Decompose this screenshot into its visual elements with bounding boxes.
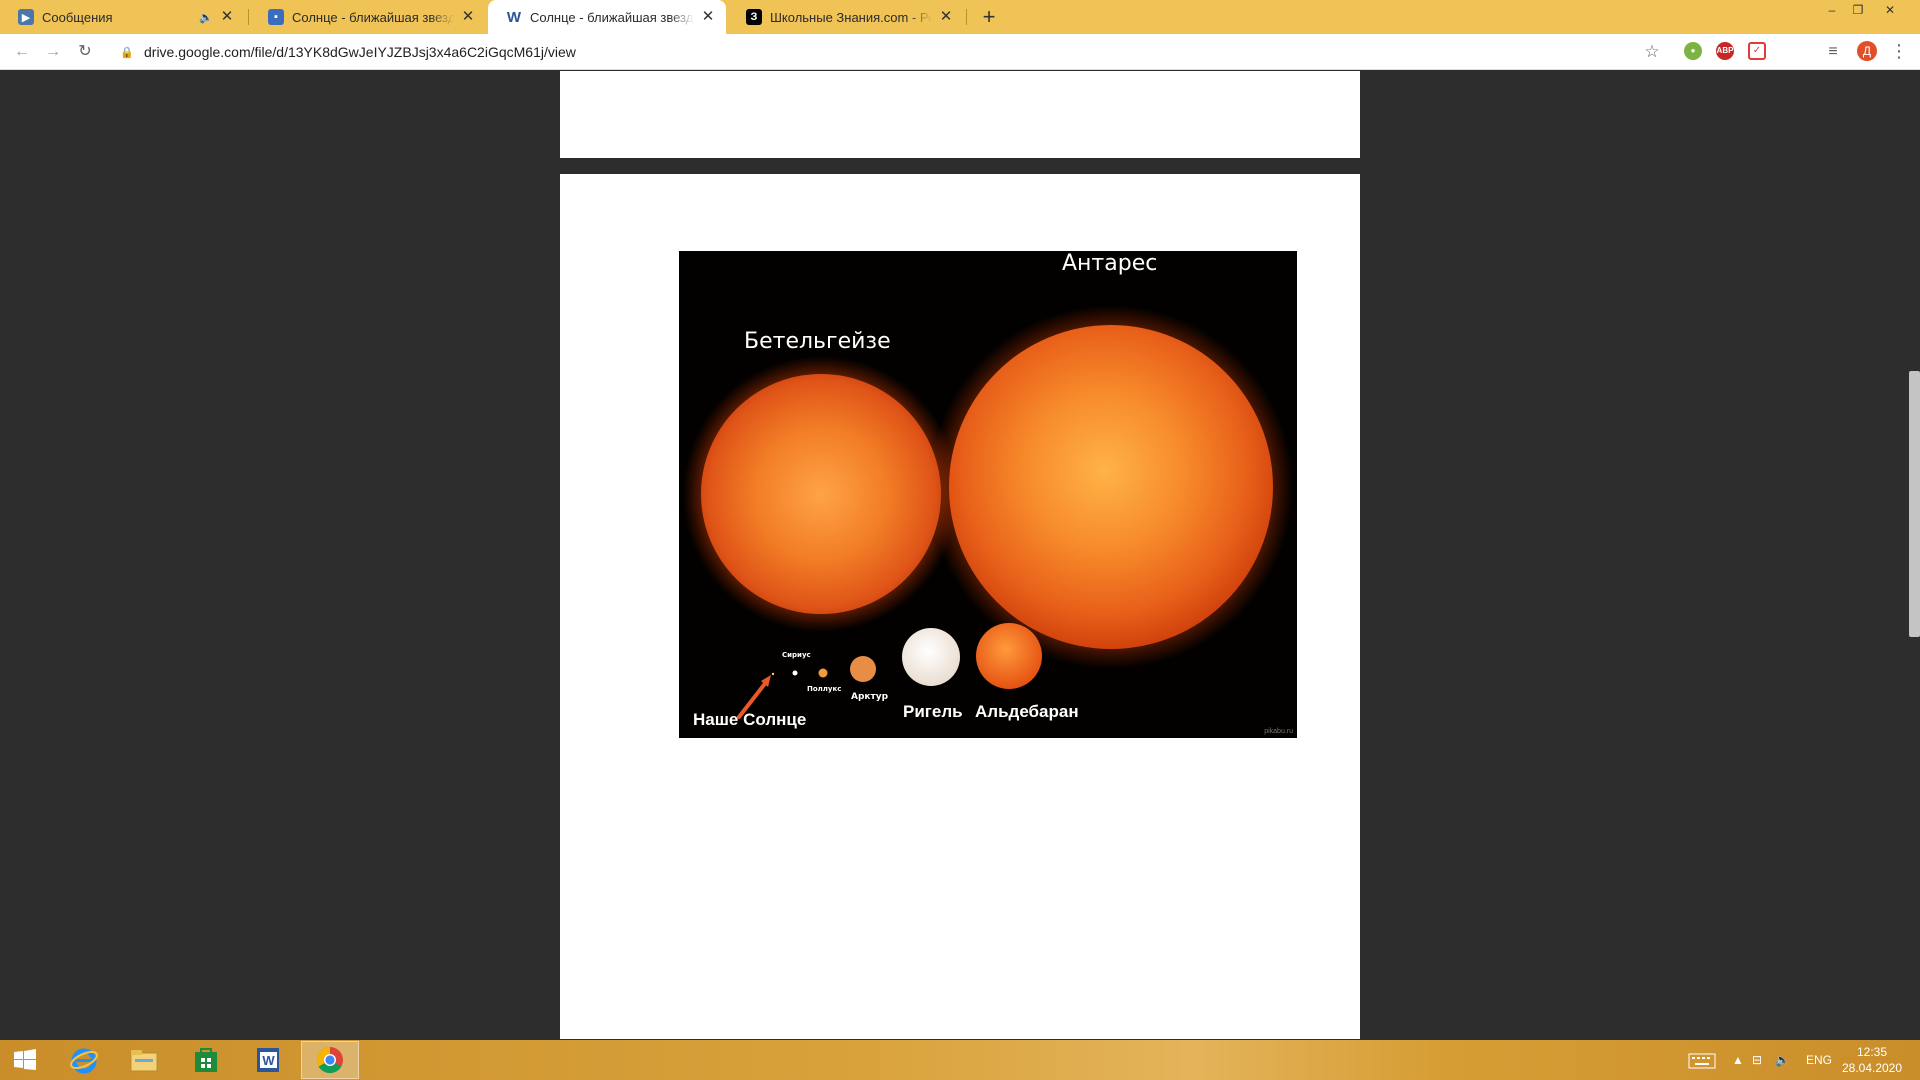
sirius-dot <box>792 670 798 676</box>
url-text[interactable]: drive.google.com/file/d/13YK8dGwJeIYJZBJ… <box>144 44 576 60</box>
aldebaran-star <box>976 623 1042 689</box>
keyboard-icon[interactable] <box>1688 1040 1716 1080</box>
chrome-app-icon[interactable] <box>301 1041 359 1079</box>
extension-green-icon[interactable]: ● <box>1684 42 1702 60</box>
folder-icon <box>130 1050 158 1072</box>
volume-icon[interactable]: 🔈 <box>1775 1040 1790 1080</box>
svg-text:W: W <box>262 1053 275 1068</box>
presentation-icon: ▪ <box>268 9 284 25</box>
network-icon[interactable]: ⊟ <box>1752 1040 1762 1080</box>
watermark: pikabu.ru <box>1264 728 1293 735</box>
browser-menu-icon[interactable]: ⋮ <box>1890 40 1908 62</box>
word-icon: W <box>506 8 522 26</box>
forward-arrow-icon[interactable]: → <box>41 40 65 64</box>
internet-explorer-icon[interactable] <box>55 1041 113 1079</box>
media-control-icon[interactable]: ≡ <box>1821 40 1845 64</box>
reload-icon[interactable]: ↻ <box>73 40 97 64</box>
close-window-icon[interactable]: ✕ <box>1874 0 1906 20</box>
document-viewer: Антарес Бетельгейзе Сириус Поллукс Аркту… <box>0 71 1920 1039</box>
clock-time: 12:35 <box>1856 1045 1888 1059</box>
label-sirius: Сириус <box>782 651 811 659</box>
document-page-2: Антарес Бетельгейзе Сириус Поллукс Аркту… <box>560 174 1360 1039</box>
store-icon[interactable] <box>177 1041 235 1079</box>
adblock-icon[interactable]: ABP <box>1716 42 1734 60</box>
tab-title: Школьные Знания.com - Решаем вместе <box>770 9 932 25</box>
tab-title: Солнце - ближайшая звезда Солнечной сист… <box>530 9 694 25</box>
label-rigel: Ригель <box>903 702 963 721</box>
antares-star <box>949 325 1273 649</box>
profile-avatar[interactable]: Д <box>1857 41 1877 61</box>
chrome-logo-icon <box>316 1046 343 1074</box>
pocket-icon[interactable]: ✓ <box>1748 42 1766 60</box>
tab-drive-document[interactable]: W Солнце - ближайшая звезда Солнечной си… <box>488 0 726 34</box>
start-button[interactable] <box>0 1041 50 1079</box>
tab-title: Сообщения <box>42 9 113 25</box>
tab-separator <box>248 9 249 25</box>
ie-logo-icon <box>70 1048 98 1074</box>
document-page-1 <box>560 71 1360 158</box>
address-bar[interactable]: 🔒 drive.google.com/file/d/13YK8dGwJeIYJZ… <box>108 38 1664 66</box>
new-tab-button[interactable]: + <box>976 4 1002 30</box>
arcturus-dot <box>850 656 876 682</box>
shopping-bag-icon <box>195 1048 217 1072</box>
lock-icon: 🔒 <box>120 46 134 59</box>
stars-illustration <box>683 305 1293 719</box>
tab-strip: ▶ Сообщения 🔈 ✕ ▪ Солнце - ближайшая зве… <box>0 0 1920 34</box>
znanija-icon: З <box>746 9 762 25</box>
pollux-dot <box>818 668 828 678</box>
clock-date: 28.04.2020 <box>1841 1061 1903 1075</box>
bookmark-star-icon[interactable]: ☆ <box>1640 40 1664 64</box>
star-size-comparison-image: Антарес Бетельгейзе Сириус Поллукс Аркту… <box>679 251 1297 738</box>
tab-messages[interactable]: ▶ Сообщения 🔈 ✕ <box>0 0 245 34</box>
tab-title: Солнце - ближайшая звезда. Мультиурок <box>292 9 454 25</box>
windows-taskbar: W ▲ ⊟ 🔈 ENG 12:35 28.04.2020 <box>0 1040 1920 1080</box>
close-tab-icon[interactable]: ✕ <box>460 9 476 25</box>
speaker-icon[interactable]: 🔈 <box>199 11 213 24</box>
label-pollux: Поллукс <box>807 685 842 693</box>
keyboard-glyph <box>1688 1053 1716 1069</box>
word-app-icon[interactable]: W <box>239 1041 297 1079</box>
label-arcturus: Арктур <box>851 692 889 702</box>
restore-icon[interactable]: ❐ <box>1842 0 1874 20</box>
taskbar-clock[interactable]: 12:35 28.04.2020 <box>1832 1044 1912 1076</box>
label-betelgeuse: Бетельгейзе <box>744 329 891 354</box>
messages-icon: ▶ <box>18 9 34 25</box>
tab-separator <box>966 9 967 25</box>
close-tab-icon[interactable]: ✕ <box>219 9 235 25</box>
viewer-scrollbar[interactable] <box>1909 371 1920 637</box>
back-arrow-icon[interactable]: ← <box>10 40 34 64</box>
file-explorer-icon[interactable] <box>115 1041 173 1079</box>
label-aldebaran: Альдебаран <box>975 702 1079 721</box>
windows-logo-icon <box>14 1049 36 1070</box>
rigel-star <box>902 628 960 686</box>
close-tab-icon[interactable]: ✕ <box>938 9 954 25</box>
language-indicator[interactable]: ENG <box>1806 1040 1832 1080</box>
betelgeuse-star <box>701 374 941 614</box>
word-logo-icon: W <box>257 1048 279 1072</box>
browser-toolbar: ← → ↻ 🔒 drive.google.com/file/d/13YK8dGw… <box>0 34 1920 70</box>
tab-multiurok[interactable]: ▪ Солнце - ближайшая звезда. Мультиурок … <box>250 0 486 34</box>
sun-dot <box>771 672 775 676</box>
close-tab-icon[interactable]: ✕ <box>700 9 716 25</box>
label-antares: Антарес <box>1062 251 1158 276</box>
show-hidden-icons[interactable]: ▲ <box>1732 1040 1744 1080</box>
label-sun: Наше Солнце <box>693 710 807 729</box>
tab-znanija[interactable]: З Школьные Знания.com - Решаем вместе ✕ <box>728 0 964 34</box>
